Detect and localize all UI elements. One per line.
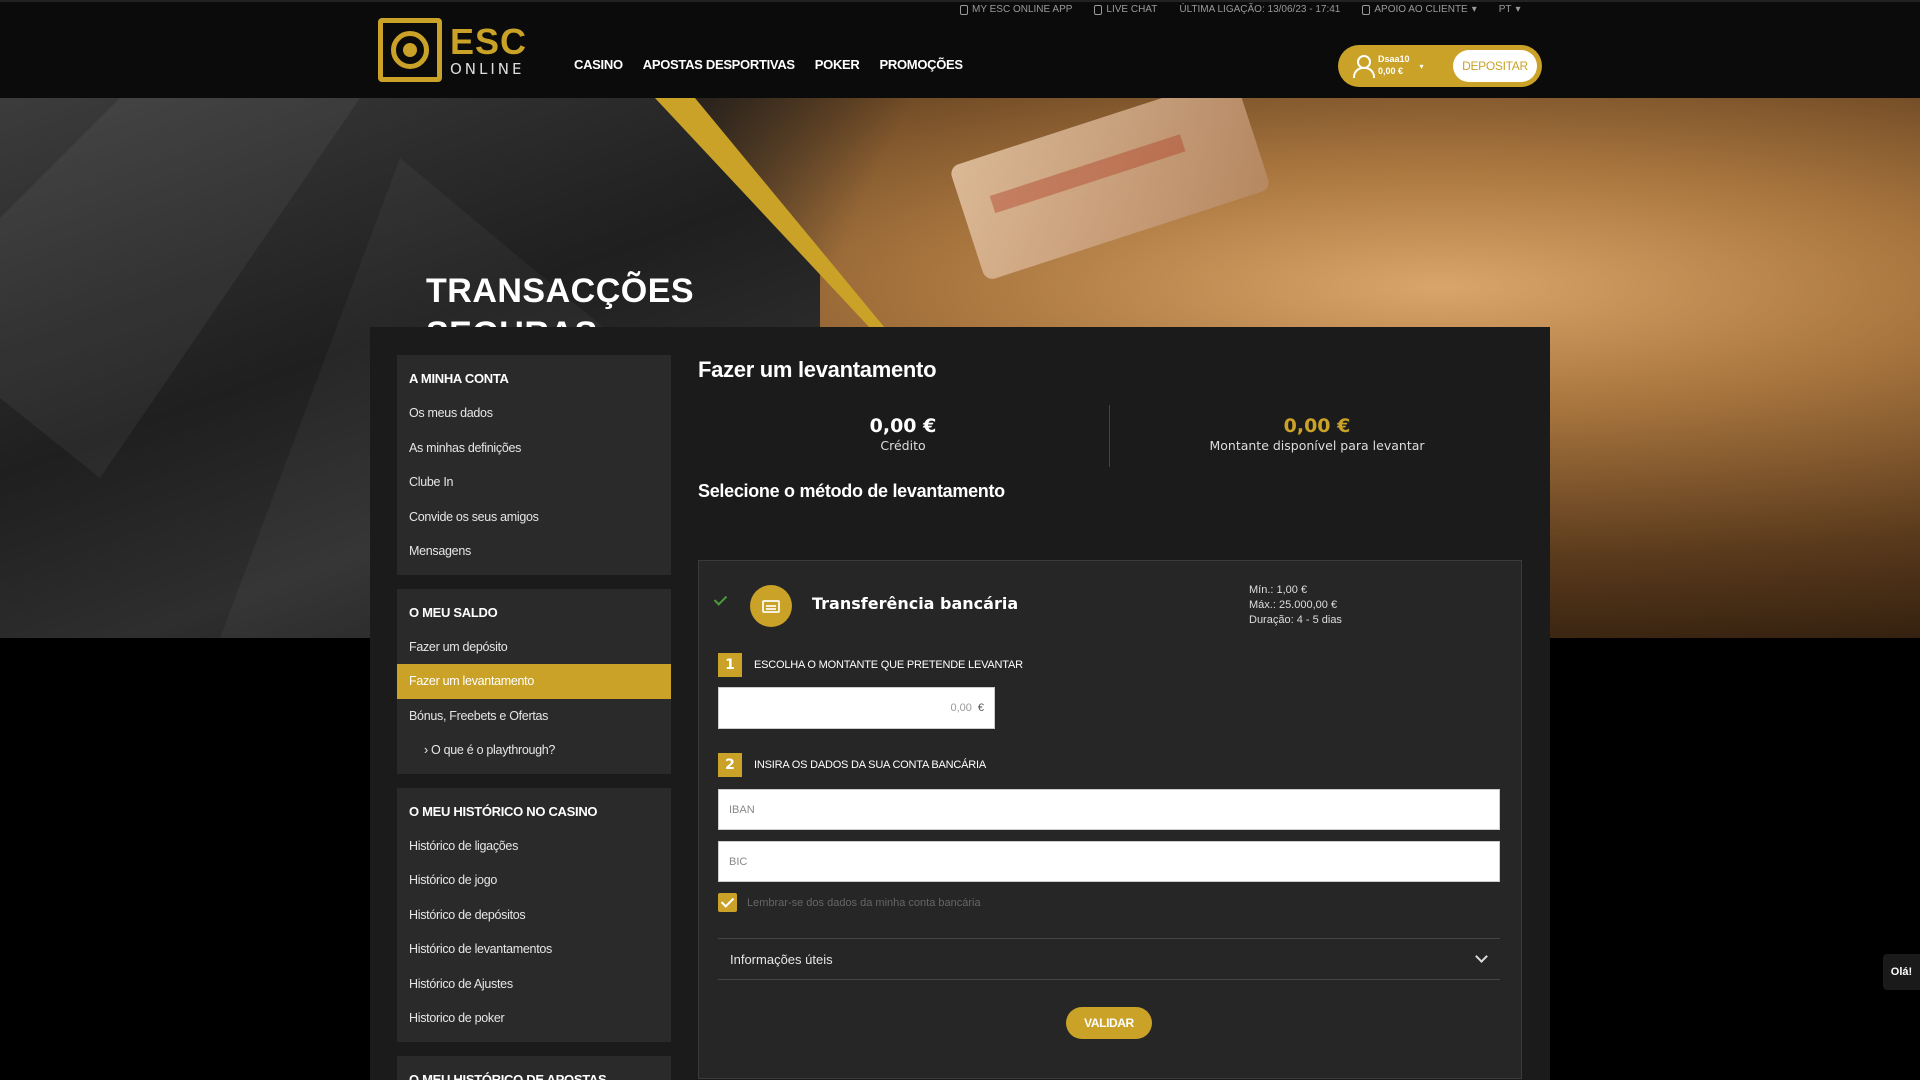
sidebar-item-my-settings[interactable]: As minhas definições bbox=[397, 431, 671, 466]
method-limits: Mín.: 1,00 € Máx.: 25.000,00 € Duração: … bbox=[1249, 583, 1342, 628]
chevron-down-icon[interactable]: ▾ bbox=[1420, 62, 1424, 71]
sidebar-item-login-history[interactable]: Histórico de ligações bbox=[397, 829, 671, 864]
logo-esc-text: ESC bbox=[450, 20, 528, 62]
method-section-title: Selecione o método de levantamento bbox=[698, 481, 1005, 501]
sidebar-heading: O MEU SALDO bbox=[409, 604, 498, 620]
main-nav: CASINO APOSTAS DESPORTIVAS POKER PROMOÇÕ… bbox=[574, 57, 963, 72]
nav-promotions[interactable]: PROMOÇÕES bbox=[880, 57, 964, 72]
phone-icon bbox=[960, 4, 968, 15]
credit-value: 0,00 € bbox=[869, 415, 937, 437]
check-icon bbox=[713, 593, 727, 607]
nav-casino[interactable]: CASINO bbox=[574, 57, 623, 72]
account-sidebar: A MINHA CONTA Os meus dados As minhas de… bbox=[397, 355, 671, 1080]
sidebar-group-casino-history: O MEU HISTÓRICO NO CASINO Histórico de l… bbox=[397, 787, 671, 1042]
amount-placeholder: 0,00 bbox=[950, 702, 972, 714]
sidebar-item-my-details[interactable]: Os meus dados bbox=[397, 396, 671, 431]
sidebar-item-poker-history[interactable]: Historico de poker bbox=[397, 1001, 671, 1036]
logo-online-text: ONLINE bbox=[450, 59, 525, 78]
chat-widget-tab[interactable]: Olá! bbox=[1883, 954, 1920, 990]
support-icon bbox=[1362, 4, 1371, 15]
min-limit: Mín.: 1,00 € bbox=[1249, 584, 1308, 596]
credit-balance: 0,00 € Crédito bbox=[698, 415, 1108, 453]
useful-info-accordion[interactable]: Informações úteis bbox=[718, 938, 1500, 980]
sidebar-item-deposit[interactable]: Fazer um depósito bbox=[397, 630, 671, 665]
step-label: ESCOLHA O MONTANTE QUE PRETENDE LEVANTAR bbox=[754, 659, 1023, 671]
page-title: Fazer um levantamento bbox=[698, 357, 937, 382]
esc-online-logo[interactable]: ESC ONLINE bbox=[378, 18, 527, 82]
sidebar-heading: A MINHA CONTA bbox=[409, 371, 509, 386]
sidebar-item-club-in[interactable]: Clube In bbox=[397, 465, 671, 500]
top-utility-bar: MY ESC ONLINE APP LIVE CHAT ÚLTIMA LIGAÇ… bbox=[960, 4, 1521, 15]
sidebar-group-my-account: A MINHA CONTA Os meus dados As minhas de… bbox=[397, 355, 671, 575]
step-number: 2 bbox=[718, 753, 742, 777]
credit-label: Crédito bbox=[880, 438, 926, 453]
chat-icon bbox=[1094, 4, 1103, 15]
amount-input[interactable]: 0,00 € bbox=[718, 687, 995, 729]
iban-input[interactable]: IBAN bbox=[718, 789, 1500, 830]
deposit-button[interactable]: DEPOSITAR bbox=[1453, 50, 1537, 82]
sidebar-heading: O MEU HISTÓRICO NO CASINO bbox=[409, 803, 598, 819]
sidebar-item-withdraw[interactable]: Fazer um levantamento bbox=[397, 664, 671, 699]
app-link[interactable]: MY ESC ONLINE APP bbox=[960, 4, 1072, 15]
available-balance: 0,00 € Montante disponível para levantar bbox=[1112, 415, 1522, 453]
sidebar-group-my-balance: O MEU SALDO Fazer um depósito Fazer um l… bbox=[397, 588, 671, 774]
sidebar-item-withdrawal-history[interactable]: Histórico de levantamentos bbox=[397, 932, 671, 967]
support-link[interactable]: APOIO AO CLIENTE ▾ bbox=[1362, 4, 1477, 15]
sidebar-item-playthrough[interactable]: › O que é o playthrough? bbox=[397, 733, 671, 768]
bic-input[interactable]: BIC bbox=[718, 841, 1500, 882]
step-bank-details: 2 INSIRA OS DADOS DA SUA CONTA BANCÁRIA bbox=[718, 753, 986, 777]
withdraw-content: Fazer um levantamento 0,00 € Crédito 0,0… bbox=[698, 357, 1522, 1079]
validate-button[interactable]: VALIDAR bbox=[1066, 1007, 1152, 1039]
sidebar-group-sports-history: O MEU HISTÓRICO DE APOSTAS DESPORTIVAS bbox=[397, 1055, 671, 1080]
nav-poker[interactable]: POKER bbox=[815, 57, 860, 72]
user-account-box[interactable]: Dsaa10 0,00 € ▾ DEPOSITAR bbox=[1338, 45, 1542, 87]
nav-sports-betting[interactable]: APOSTAS DESPORTIVAS bbox=[643, 57, 795, 72]
chevron-down-icon bbox=[1475, 950, 1488, 963]
available-label: Montante disponível para levantar bbox=[1209, 438, 1425, 453]
sidebar-item-bonus-offers[interactable]: Bónus, Freebets e Ofertas bbox=[397, 699, 671, 734]
bank-transfer-method: Transferência bancária Mín.: 1,00 € Máx.… bbox=[698, 560, 1522, 1079]
live-chat-link[interactable]: LIVE CHAT bbox=[1094, 4, 1157, 15]
method-name: Transferência bancária bbox=[812, 594, 1019, 613]
remember-checkbox[interactable] bbox=[718, 893, 737, 912]
logo-icon bbox=[378, 18, 442, 82]
max-limit: Máx.: 25.000,00 € bbox=[1249, 598, 1338, 611]
useful-info-label: Informações úteis bbox=[730, 951, 833, 967]
sidebar-item-adjustment-history[interactable]: Histórico de Ajustes bbox=[397, 967, 671, 1002]
bank-card-icon bbox=[750, 585, 792, 627]
last-login: ÚLTIMA LIGAÇÃO: 13/06/23 - 17:41 bbox=[1179, 4, 1341, 15]
divider bbox=[1109, 405, 1110, 467]
sidebar-item-game-history[interactable]: Histórico de jogo bbox=[397, 863, 671, 898]
step-amount: 1 ESCOLHA O MONTANTE QUE PRETENDE LEVANT… bbox=[718, 653, 1023, 677]
user-icon bbox=[1352, 55, 1375, 78]
step-number: 1 bbox=[718, 653, 742, 677]
duration: Duração: 4 - 5 dias bbox=[1249, 613, 1342, 626]
step-label: INSIRA OS DADOS DA SUA CONTA BANCÁRIA bbox=[754, 759, 987, 771]
sidebar-item-invite-friends[interactable]: Convide os seus amigos bbox=[397, 500, 671, 535]
site-header: ESC ONLINE MY ESC ONLINE APP LIVE CHAT Ú… bbox=[0, 0, 1920, 98]
currency-symbol: € bbox=[977, 702, 984, 714]
sidebar-item-messages[interactable]: Mensagens bbox=[397, 534, 671, 569]
credit-card-image bbox=[948, 98, 1272, 282]
sidebar-heading: O MEU HISTÓRICO DE APOSTAS DESPORTIVAS bbox=[409, 1071, 607, 1080]
username: Dsaa10 bbox=[1378, 54, 1410, 65]
remember-label: Lembrar-se dos dados da minha conta banc… bbox=[747, 896, 981, 909]
language-selector[interactable]: PT ▾ bbox=[1499, 4, 1521, 15]
available-value: 0,00 € bbox=[1283, 415, 1351, 437]
balance-summary: 0,00 € Crédito 0,00 € Montante disponíve… bbox=[698, 393, 1522, 473]
remember-bank-details[interactable]: Lembrar-se dos dados da minha conta banc… bbox=[718, 893, 981, 912]
sidebar-item-deposit-history[interactable]: Histórico de depósitos bbox=[397, 898, 671, 933]
user-balance: 0,00 € bbox=[1378, 66, 1404, 76]
account-panel: A MINHA CONTA Os meus dados As minhas de… bbox=[370, 327, 1550, 1080]
